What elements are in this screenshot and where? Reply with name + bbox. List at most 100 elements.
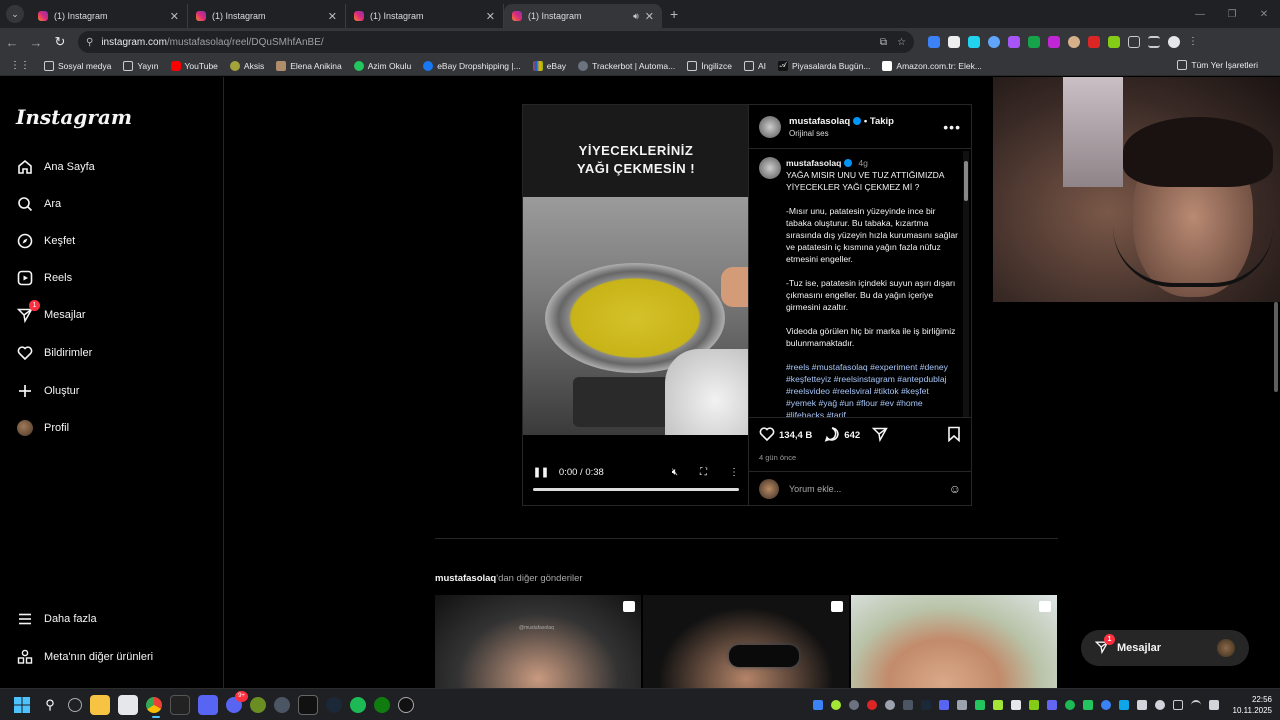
speaker-icon[interactable]: 🔊︎: [633, 11, 639, 22]
extension-icon[interactable]: [1008, 36, 1020, 48]
extension-icon[interactable]: [1068, 36, 1080, 48]
task-view-icon[interactable]: [68, 697, 82, 712]
post-thumbnail[interactable]: @mustafasolaq: [435, 595, 641, 688]
app-icon[interactable]: [250, 696, 266, 713]
caption-scrollbar[interactable]: [963, 151, 969, 417]
tab-4-active[interactable]: (1) Instagram 🔊︎ ✕: [504, 4, 662, 28]
bookmark-star-icon[interactable]: ☆: [897, 37, 906, 48]
mute-icon[interactable]: 🔇︎: [672, 467, 678, 478]
maximize-icon[interactable]: ❐: [1216, 0, 1248, 28]
author-avatar[interactable]: [759, 115, 781, 138]
author-username[interactable]: mustafasolaq: [789, 116, 850, 127]
app-icon[interactable]: [274, 696, 290, 713]
extension-icon[interactable]: [1088, 36, 1100, 48]
site-info-icon[interactable]: ⚲: [86, 37, 93, 48]
discord-icon[interactable]: 9+: [226, 690, 248, 713]
tray-icon[interactable]: [1010, 699, 1021, 710]
emoji-icon[interactable]: ☺: [949, 482, 961, 496]
extension-icon[interactable]: [988, 36, 1000, 48]
bookmark-item[interactable]: Azim Okulu: [353, 60, 411, 71]
bookmark-folder[interactable]: İngilizce: [687, 60, 732, 71]
extension-icon[interactable]: [1048, 36, 1060, 48]
close-tab-icon[interactable]: ✕: [328, 10, 337, 23]
like-count[interactable]: 134,4 B: [779, 430, 812, 441]
reel-video[interactable]: YİYECEKLERİNİZ YAĞI ÇEKMESİN ! ❚❚ 0:00 / …: [523, 105, 748, 505]
tray-icon[interactable]: [1100, 699, 1111, 710]
bookmark-item[interactable]: Elena Anikina: [276, 60, 342, 71]
extension-icon[interactable]: [968, 36, 980, 48]
tray-icon[interactable]: [902, 699, 913, 710]
tab-3[interactable]: (1) Instagram ✕: [346, 4, 504, 28]
tray-icon[interactable]: [1136, 699, 1147, 710]
file-explorer-icon[interactable]: [90, 694, 110, 715]
sidebar-item-search[interactable]: Ara: [16, 195, 61, 213]
more-options-icon[interactable]: •••: [943, 119, 961, 135]
comment-count[interactable]: 642: [844, 430, 860, 441]
bookmark-item[interactable]: 𝒜 Piyasalarda Bugün...: [777, 60, 870, 71]
close-tab-icon[interactable]: ✕: [486, 10, 495, 23]
bookmark-folder[interactable]: Yayın: [123, 60, 159, 71]
network-icon[interactable]: [1172, 699, 1183, 710]
chrome-icon[interactable]: [146, 696, 162, 718]
terminal-icon[interactable]: [170, 694, 190, 715]
tab-1[interactable]: (1) Instagram ✕: [30, 4, 188, 28]
app-icon[interactable]: [398, 696, 414, 713]
clock[interactable]: 22:56 10.11.2025: [1233, 694, 1272, 716]
sidebar-item-create[interactable]: Oluştur: [16, 382, 79, 400]
bookmark-item[interactable]: Trackerbot | Automa...: [578, 60, 675, 71]
sidebar-item-meta-products[interactable]: Meta'nın diğer ürünleri: [16, 648, 153, 666]
tray-icon[interactable]: [1046, 699, 1057, 710]
tab-2[interactable]: (1) Instagram ✕: [188, 4, 346, 28]
back-button[interactable]: ←: [0, 35, 24, 50]
bookmark-item[interactable]: eBay Dropshipping |...: [423, 60, 521, 71]
apps-grid-icon[interactable]: ⋮⋮: [10, 60, 30, 71]
audio-label[interactable]: Orijinal ses: [789, 129, 894, 138]
tray-icon[interactable]: [1028, 699, 1039, 710]
tray-icon[interactable]: [992, 699, 1003, 710]
video-more-icon[interactable]: ⋮: [729, 467, 739, 478]
caption-username[interactable]: mustafasolaq: [786, 158, 841, 168]
extension-icon[interactable]: [1028, 36, 1040, 48]
messages-pill-button[interactable]: 1 Mesajlar: [1081, 630, 1249, 666]
sidebar-item-more[interactable]: Daha fazla: [16, 610, 97, 628]
author-avatar[interactable]: [759, 157, 781, 179]
extensions-puzzle-icon[interactable]: [1128, 36, 1140, 48]
tray-icon[interactable]: [920, 699, 931, 710]
tray-icon[interactable]: [848, 699, 859, 710]
comment-icon[interactable]: [824, 426, 840, 445]
video-progress-bar[interactable]: [533, 488, 739, 491]
xbox-icon[interactable]: [374, 696, 390, 713]
extension-icon[interactable]: [1108, 36, 1120, 48]
comment-placeholder[interactable]: Yorum ekle...: [789, 484, 841, 494]
bookmark-folder[interactable]: AI: [743, 60, 766, 71]
comment-input[interactable]: Yorum ekle... ☺: [749, 471, 971, 505]
reload-button[interactable]: ↻: [48, 34, 72, 50]
sidebar-item-home[interactable]: Ana Sayfa: [16, 158, 95, 176]
menu-dots-icon[interactable]: ⋮: [1188, 36, 1200, 48]
extension-icon[interactable]: [948, 36, 960, 48]
new-tab-button[interactable]: +: [670, 6, 678, 22]
all-bookmarks-button[interactable]: Tüm Yer İşaretleri: [1177, 60, 1258, 70]
like-heart-icon[interactable]: [759, 426, 775, 445]
page-scrollbar[interactable]: [1272, 302, 1280, 688]
tray-icon[interactable]: [974, 699, 985, 710]
tray-icon[interactable]: [812, 699, 823, 710]
tray-icon[interactable]: [1064, 699, 1075, 710]
fullscreen-icon[interactable]: ⛶: [700, 467, 707, 478]
close-tab-icon[interactable]: ✕: [645, 10, 654, 23]
tab-search-button[interactable]: ⌄: [6, 5, 24, 23]
steam-icon[interactable]: [326, 696, 342, 713]
bookmark-folder[interactable]: Sosyal medya: [44, 60, 111, 71]
bookmark-item[interactable]: YouTube: [170, 60, 218, 71]
share-icon[interactable]: [871, 426, 888, 445]
hashtags[interactable]: #reels #mustafasolaq #experiment #deney …: [786, 362, 948, 417]
windows-start-icon[interactable]: [12, 695, 32, 715]
epic-games-icon[interactable]: [298, 694, 318, 715]
extension-icon[interactable]: [928, 36, 940, 48]
tray-icon[interactable]: [938, 699, 949, 710]
profile-avatar[interactable]: [1168, 36, 1180, 48]
search-icon[interactable]: ⚲: [40, 695, 60, 715]
sidebar-item-notifications[interactable]: Bildirimler: [16, 344, 92, 362]
microphone-icon[interactable]: [1154, 699, 1165, 710]
tray-icon[interactable]: [830, 699, 841, 710]
